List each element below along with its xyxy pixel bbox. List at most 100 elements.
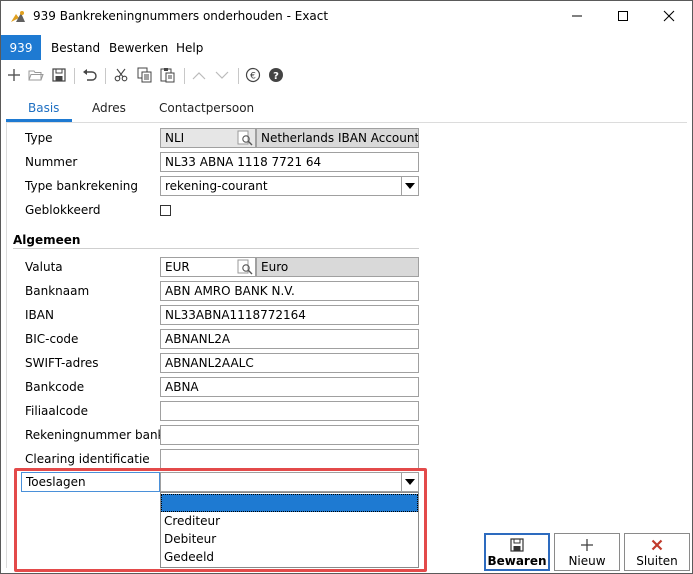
- tab-bar: Basis Adres Contactpersoon: [1, 95, 692, 123]
- clearing-label: Clearing identificatie: [25, 452, 150, 466]
- iban-input[interactable]: NL33ABNA1118772164: [160, 305, 419, 325]
- new-record-button[interactable]: Nieuw: [554, 533, 620, 571]
- new-button[interactable]: [4, 66, 24, 86]
- paste-icon: [160, 67, 176, 86]
- lookup-icon[interactable]: [236, 259, 254, 275]
- currency-button[interactable]: €: [243, 66, 263, 86]
- tab-adres[interactable]: Adres: [92, 101, 126, 115]
- dropdown-arrow-icon[interactable]: [401, 473, 418, 491]
- type-bankrekening-label: Type bankrekening: [25, 179, 139, 193]
- valuta-label: Valuta: [25, 260, 63, 274]
- window-title: 939 Bankrekeningnummers onderhouden - Ex…: [33, 9, 329, 23]
- geblokkeerd-checkbox[interactable]: [160, 205, 171, 216]
- valuta-code-value: EUR: [165, 260, 190, 274]
- filiaalcode-input[interactable]: [160, 401, 419, 421]
- type-label: Type: [25, 131, 53, 145]
- maximize-icon: [617, 10, 629, 25]
- rekeningnummer-bank-label: Rekeningnummer bank: [25, 428, 165, 442]
- minimize-icon: [571, 10, 583, 25]
- minimize-button[interactable]: [554, 1, 600, 33]
- close-button[interactable]: Sluiten: [624, 533, 690, 571]
- bankcode-label: Bankcode: [25, 380, 85, 394]
- copy-icon: [137, 67, 153, 86]
- close-button-label: Sluiten: [636, 553, 678, 568]
- swift-input[interactable]: ABNANL2AALC: [160, 353, 419, 373]
- filiaalcode-label: Filiaalcode: [25, 404, 89, 418]
- toeslagen-dropdown-list: Crediteur Debiteur Gedeeld: [160, 492, 419, 568]
- dropdown-option-debiteur[interactable]: Debiteur: [161, 531, 418, 549]
- toolbar-separator: [184, 68, 185, 84]
- open-folder-icon: [28, 68, 44, 85]
- valuta-code-field[interactable]: EUR: [160, 257, 256, 277]
- plus-icon: [580, 537, 594, 553]
- nummer-label: Nummer: [25, 155, 78, 169]
- valuta-description-field: Euro: [256, 257, 419, 277]
- svg-text:€: €: [250, 71, 256, 81]
- type-code-field[interactable]: NLI: [160, 128, 256, 148]
- title-bar: 939 Bankrekeningnummers onderhouden - Ex…: [1, 1, 692, 33]
- cut-button[interactable]: [111, 66, 131, 86]
- help-icon: ?: [268, 67, 284, 86]
- save-button[interactable]: Bewaren: [484, 533, 550, 571]
- tab-basis[interactable]: Basis: [28, 101, 59, 115]
- lookup-icon[interactable]: [236, 130, 254, 146]
- section-divider: [13, 248, 419, 249]
- iban-label: IBAN: [25, 308, 54, 322]
- rekeningnummer-bank-input[interactable]: [160, 425, 419, 445]
- toeslagen-select[interactable]: [160, 472, 419, 492]
- bankcode-input[interactable]: ABNA: [160, 377, 419, 397]
- maximize-button[interactable]: [600, 1, 646, 33]
- clearing-input[interactable]: [160, 449, 419, 469]
- toolbar-separator: [238, 68, 239, 84]
- chevron-down-icon: [214, 69, 230, 84]
- dropdown-option-crediteur[interactable]: Crediteur: [161, 513, 418, 531]
- menu-bar: 939 Bestand Bewerken Help: [1, 35, 692, 60]
- svg-text:?: ?: [273, 71, 279, 82]
- swift-label: SWIFT-adres: [25, 356, 99, 370]
- toolbar-separator: [74, 68, 75, 84]
- new-button-label: Nieuw: [568, 553, 606, 568]
- nummer-input[interactable]: NL33 ABNA 1118 7721 64: [160, 152, 419, 172]
- close-window-button[interactable]: [646, 1, 692, 33]
- type-code-value: NLI: [165, 131, 185, 145]
- cut-icon: [114, 68, 128, 85]
- new-icon: [7, 68, 21, 85]
- save-toolbar-button[interactable]: [49, 66, 69, 86]
- type-bankrekening-select[interactable]: rekening-courant: [160, 176, 419, 196]
- menu-bestand[interactable]: Bestand: [51, 41, 100, 55]
- chevron-up-icon: [191, 69, 207, 84]
- close-icon: [663, 10, 675, 25]
- tab-divider: [6, 122, 687, 123]
- menu-number-badge[interactable]: 939: [1, 35, 41, 60]
- next-record-button[interactable]: [212, 66, 232, 86]
- open-button[interactable]: [26, 66, 46, 86]
- bic-input[interactable]: ABNANL2A: [160, 329, 419, 349]
- close-x-icon: [651, 537, 663, 553]
- dropdown-option-empty[interactable]: [161, 494, 418, 512]
- save-icon: [52, 67, 66, 85]
- type-description-field: Netherlands IBAN Account: [256, 128, 419, 148]
- section-algemeen-title: Algemeen: [13, 233, 81, 247]
- toolbar-separator: [105, 68, 106, 84]
- exact-logo-icon: [10, 10, 26, 24]
- type-bankrekening-value: rekening-courant: [165, 179, 268, 193]
- paste-button[interactable]: [158, 66, 178, 86]
- help-button[interactable]: ?: [266, 66, 286, 86]
- save-icon: [510, 537, 524, 553]
- copy-button[interactable]: [135, 66, 155, 86]
- undo-button[interactable]: [80, 66, 100, 86]
- previous-record-button[interactable]: [189, 66, 209, 86]
- menu-bewerken[interactable]: Bewerken: [109, 41, 168, 55]
- application-window: 939 Bankrekeningnummers onderhouden - Ex…: [0, 0, 693, 574]
- menu-help[interactable]: Help: [176, 41, 203, 55]
- euro-icon: €: [245, 67, 261, 86]
- banknaam-input[interactable]: ABN AMRO BANK N.V.: [160, 281, 419, 301]
- tab-contactpersoon[interactable]: Contactpersoon: [159, 101, 254, 115]
- dropdown-arrow-icon[interactable]: [401, 177, 418, 195]
- toolbar: € ?: [1, 64, 692, 88]
- save-button-label: Bewaren: [487, 553, 547, 568]
- content-border: [6, 123, 7, 568]
- bic-label: BIC-code: [25, 332, 79, 346]
- toeslagen-label: Toeslagen: [21, 472, 160, 492]
- dropdown-option-gedeeld[interactable]: Gedeeld: [161, 549, 418, 567]
